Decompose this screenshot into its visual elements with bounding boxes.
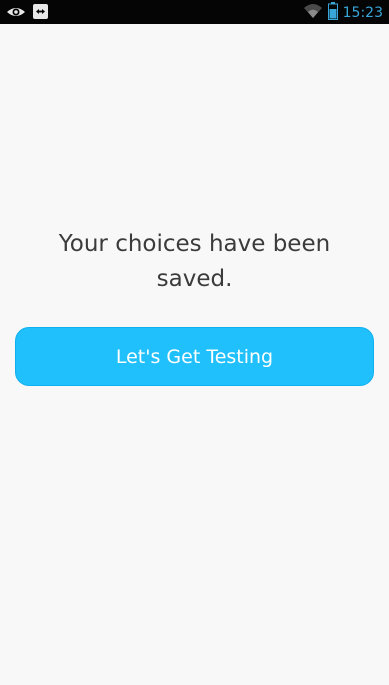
remote-control-icon <box>32 3 49 24</box>
confirmation-message: Your choices have been saved. <box>0 227 389 297</box>
confirmation-message-line-1: Your choices have been <box>58 231 331 257</box>
battery-icon <box>327 2 338 24</box>
confirmation-message-line-2: saved. <box>156 266 233 292</box>
status-bar: 15:23 <box>0 0 389 24</box>
status-bar-left <box>6 3 49 24</box>
status-time: 15:23 <box>342 5 383 21</box>
eye-icon <box>6 4 26 24</box>
wifi-icon <box>303 3 323 23</box>
get-testing-button[interactable]: Let's Get Testing <box>15 327 374 386</box>
status-bar-right: 15:23 <box>303 2 383 24</box>
